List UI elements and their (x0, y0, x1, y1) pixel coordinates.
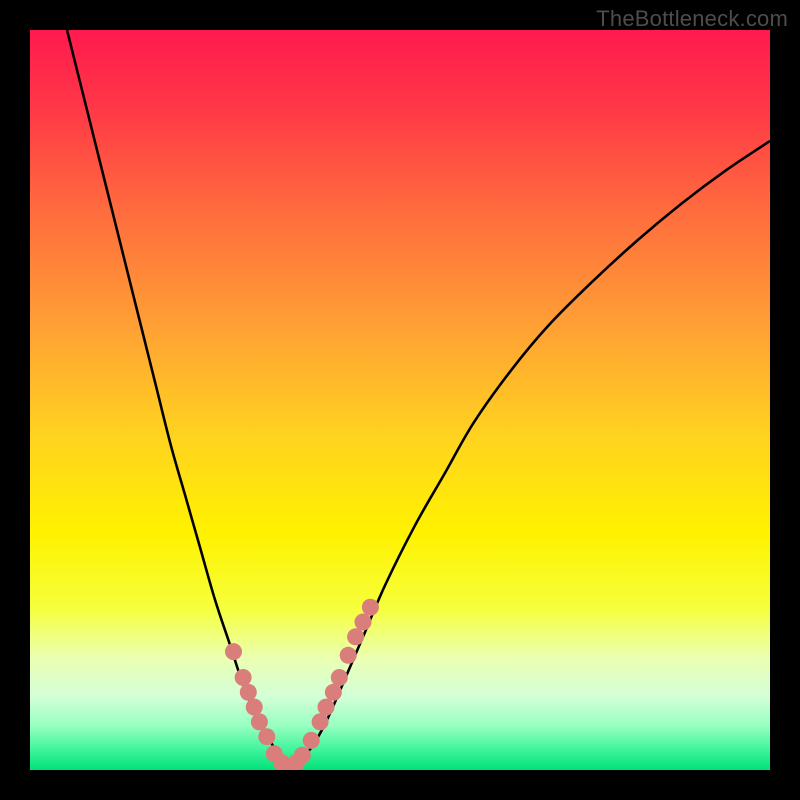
watermark-text: TheBottleneck.com (596, 6, 788, 32)
data-marker (246, 699, 263, 716)
marker-group (225, 599, 379, 770)
data-marker (258, 728, 275, 745)
data-marker (317, 699, 334, 716)
data-marker (240, 684, 257, 701)
chart-frame: TheBottleneck.com (0, 0, 800, 800)
data-marker (340, 647, 357, 664)
data-marker (325, 684, 342, 701)
data-marker (354, 613, 371, 630)
right-curve (289, 141, 770, 766)
data-marker (303, 732, 320, 749)
left-curve (67, 30, 289, 766)
data-marker (251, 713, 268, 730)
data-marker (225, 643, 242, 660)
plot-area (30, 30, 770, 770)
data-marker (347, 628, 364, 645)
data-marker (235, 669, 252, 686)
data-marker (294, 747, 311, 764)
curves-layer (30, 30, 770, 770)
data-marker (331, 669, 348, 686)
data-marker (312, 713, 329, 730)
data-marker (362, 599, 379, 616)
